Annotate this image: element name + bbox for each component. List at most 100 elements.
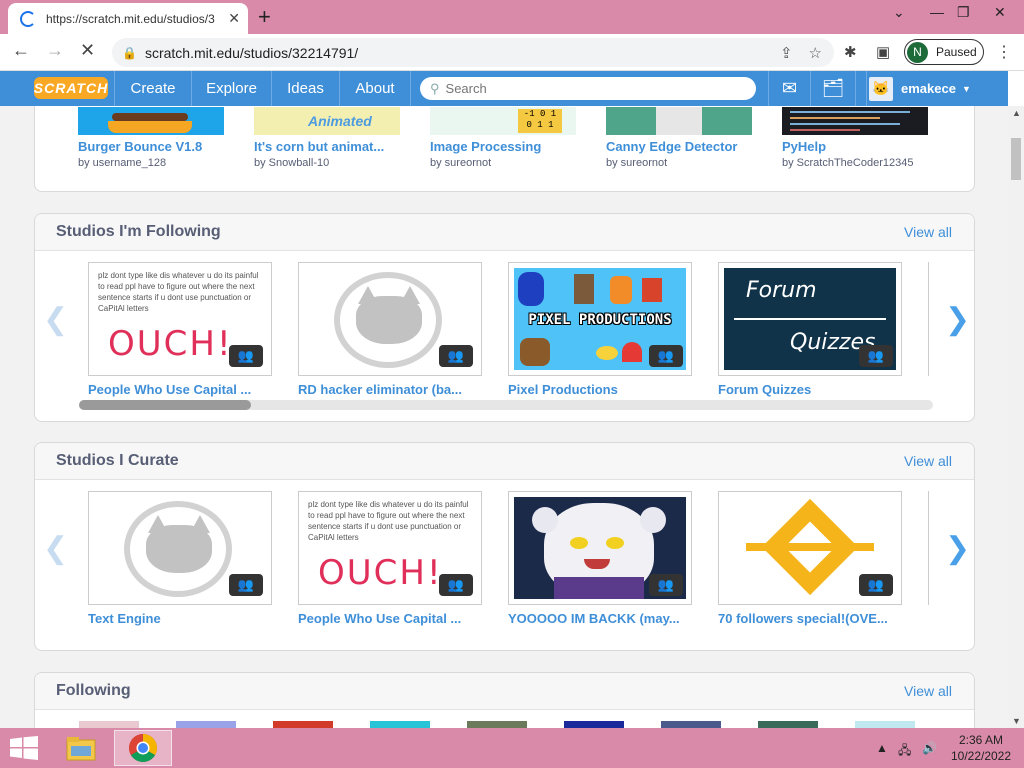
studio-title[interactable]: RD hacker eliminator (ba... [298,382,482,397]
carousel-next-icon[interactable]: ❯ [945,302,970,337]
user-avatar[interactable] [758,721,818,728]
project-card[interactable]: Animated It's corn but animat... by Snow… [254,107,404,169]
user-avatar[interactable] [370,721,430,728]
user-avatar[interactable] [79,721,139,728]
studio-thumbnail[interactable]: Forum Quizzes 👥 [718,262,902,376]
studio-card[interactable]: 👥 70 followers special!(OVE... [718,491,902,626]
project-author[interactable]: by ScratchTheCoder12345 [782,157,932,169]
close-window-icon[interactable]: ✕ [994,4,1006,21]
project-title[interactable]: Canny Edge Detector [606,139,756,154]
carousel-prev-icon[interactable]: ❮ [43,302,68,337]
user-avatar[interactable] [273,721,333,728]
vertical-scroll-thumb[interactable] [1011,138,1021,180]
user-menu[interactable]: 🐱 emakece ▼ [866,71,971,106]
project-card[interactable]: Canny Edge Detector by sureornot [606,107,756,169]
user-avatar[interactable] [564,721,624,728]
close-tab-icon[interactable]: ✕ [228,10,240,27]
project-author[interactable]: by username_128 [78,157,228,169]
windows-start-icon[interactable] [10,736,38,760]
scroll-down-arrow-icon[interactable]: ▼ [1012,716,1021,726]
show-hidden-icons-icon[interactable]: ▲ [876,741,888,755]
project-thumbnail[interactable]: Animated [254,107,400,135]
project-card[interactable]: -1 0 10 1 1 Image Processing by sureorno… [430,107,580,169]
carousel-next-icon[interactable]: ❯ [945,531,970,566]
studio-card[interactable]: plz dont type like dis whatever u do its… [298,491,482,626]
project-card[interactable]: PyHelp by ScratchTheCoder12345 [782,107,932,169]
project-thumbnail[interactable] [78,107,224,135]
chrome-menu-icon[interactable]: ⋮ [996,42,1012,62]
project-thumbnail[interactable] [606,107,752,135]
nav-explore[interactable]: Explore [191,71,271,106]
studio-thumbnail[interactable]: PIXEL PRODUCTIONS 👥 [508,262,692,376]
browser-tab[interactable]: https://scratch.mit.edu/studios/3 ✕ [8,3,248,34]
studio-thumbnail[interactable]: 👥 [298,262,482,376]
studio-card[interactable]: plz dont type like dis whatever u do its… [88,262,272,397]
user-avatar[interactable] [467,721,527,728]
network-icon[interactable]: 🖧 [898,741,911,762]
profile-button[interactable]: N Paused [904,39,984,65]
messages-envelope-icon[interactable]: ✉ [768,71,810,106]
restore-window-icon[interactable]: ❐ [957,4,970,21]
scroll-up-arrow-icon[interactable]: ▲ [1012,108,1021,118]
bookmark-star-icon[interactable]: ☆ [809,44,822,62]
extensions-puzzle-icon[interactable]: ✱ [844,43,857,61]
tab-search-chevron-icon[interactable]: ⌄ [893,4,905,21]
nav-ideas[interactable]: Ideas [271,71,339,106]
back-arrow-icon[interactable]: ← [12,40,30,61]
studio-card[interactable]: 👥 RD hacker eliminator (ba... [298,262,482,397]
share-icon[interactable]: ⇪ [780,44,793,62]
project-title[interactable]: Image Processing [430,139,580,154]
project-author[interactable]: by Snowball-10 [254,157,404,169]
project-thumbnail[interactable] [782,107,928,135]
studio-thumbnail[interactable]: 👥 [508,491,692,605]
project-title[interactable]: It's corn but animat... [254,139,404,154]
studio-title[interactable]: YOOOOO IM BACKK (may... [508,611,692,626]
my-stuff-folder-icon[interactable]: 🗂 [810,71,856,106]
view-all-link[interactable]: View all [904,453,952,469]
view-all-link[interactable]: View all [904,224,952,240]
new-tab-button[interactable]: + [258,4,271,30]
studio-card[interactable]: Forum Quizzes 👥 Forum Quizzes [718,262,902,397]
vertical-scrollbar[interactable]: ▲ ▼ [1008,106,1024,728]
volume-icon[interactable]: 🔊 [922,741,937,755]
horizontal-scroll-thumb[interactable] [79,400,251,410]
studio-thumbnail[interactable]: plz dont type like dis whatever u do its… [88,262,272,376]
file-explorer-icon[interactable] [52,730,110,766]
carousel-prev-icon[interactable]: ❮ [43,531,68,566]
studio-title[interactable]: People Who Use Capital ... [298,611,482,626]
user-avatar[interactable] [661,721,721,728]
studio-title[interactable]: Pixel Productions [508,382,692,397]
forward-arrow-icon[interactable]: → [46,40,64,61]
studio-card[interactable]: PIXEL PRODUCTIONS 👥 Pixel Productions [508,262,692,397]
view-all-link[interactable]: View all [904,683,952,699]
project-thumbnail[interactable]: -1 0 10 1 1 [430,107,576,135]
search-input[interactable] [445,81,736,96]
chrome-taskbar-icon[interactable] [114,730,172,766]
project-author[interactable]: by sureornot [606,157,756,169]
minimize-window-icon[interactable]: — [930,4,944,20]
stop-loading-icon[interactable]: ✕ [80,40,95,61]
search-field[interactable]: ⚲ [420,77,756,100]
studio-title[interactable]: Text Engine [88,611,272,626]
studio-title[interactable]: Forum Quizzes [718,382,902,397]
studio-thumbnail[interactable]: plz dont type like dis whatever u do its… [298,491,482,605]
project-title[interactable]: PyHelp [782,139,932,154]
project-author[interactable]: by sureornot [430,157,580,169]
nav-create[interactable]: Create [114,71,191,106]
user-avatar[interactable] [855,721,915,728]
side-panel-icon[interactable]: ▣ [876,43,890,61]
user-avatar[interactable] [176,721,236,728]
horizontal-scrollbar[interactable] [79,400,933,410]
studio-card[interactable]: 👥 Text Engine [88,491,272,626]
studio-thumbnail[interactable]: 👥 [88,491,272,605]
studio-title[interactable]: 70 followers special!(OVE... [718,611,902,626]
project-title[interactable]: Burger Bounce V1.8 [78,139,228,154]
project-card[interactable]: Burger Bounce V1.8 by username_128 [78,107,228,169]
studio-title[interactable]: People Who Use Capital ... [88,382,272,397]
system-clock[interactable]: 2:36 AM 10/22/2022 [948,732,1014,764]
studio-thumbnail[interactable]: 👥 [718,491,902,605]
address-bar[interactable]: 🔒 scratch.mit.edu/studios/32214791/ ⇪ ☆ [112,38,834,67]
scratch-logo[interactable]: SCRATCH [34,77,108,99]
studio-card[interactable]: 👥 YOOOOO IM BACKK (may... [508,491,692,626]
nav-about[interactable]: About [339,71,411,106]
